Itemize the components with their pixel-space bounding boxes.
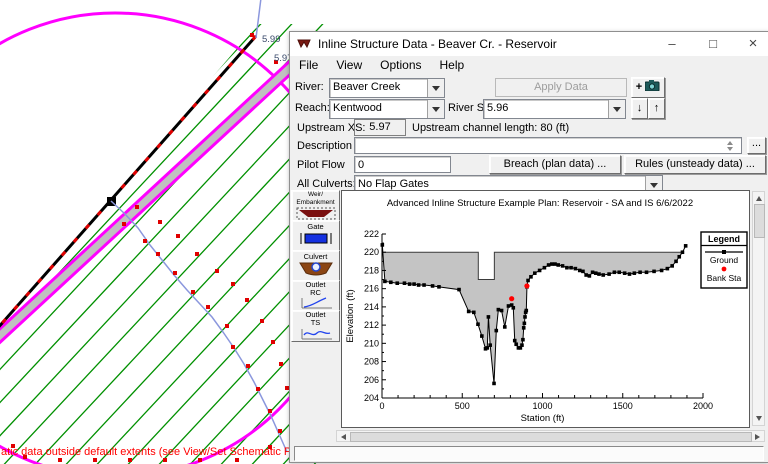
svg-text:1000: 1000 (532, 401, 552, 411)
window-title: Inline Structure Data - Beaver Cr. - Res… (318, 37, 557, 51)
apply-data-button[interactable]: Apply Data (495, 78, 627, 97)
svg-text:210: 210 (364, 338, 379, 348)
next-downstream-button[interactable]: ↓ (631, 98, 648, 119)
plus-icon: + (636, 81, 642, 93)
upstream-xs-value: 5.97 (354, 119, 406, 136)
vscroll-up-arrow[interactable] (756, 196, 762, 201)
gate-button[interactable]: Gate (291, 220, 340, 251)
description-ellipsis-button[interactable]: ... (747, 137, 766, 154)
next-upstream-button[interactable]: ↑ (648, 98, 665, 119)
svg-text:222: 222 (364, 229, 379, 239)
river-value: Beaver Creek (330, 79, 427, 97)
cross-section-plot: Advanced Inline Structure Example Plan: … (342, 191, 749, 427)
menu-bar: File View Options Help (290, 56, 768, 73)
hscroll-right-arrow[interactable] (755, 434, 760, 440)
culvert-button-label: Culvert (292, 253, 339, 261)
rules-button[interactable]: Rules (unsteady data) ... (624, 155, 766, 174)
river-sta-value: 5.96 (484, 100, 608, 118)
camera-icon (645, 80, 660, 91)
menu-help[interactable]: Help (431, 58, 474, 72)
svg-text:218: 218 (364, 265, 379, 275)
title-bar[interactable]: Inline Structure Data - Beaver Cr. - Res… (290, 32, 768, 56)
reach-value: Kentwood (330, 100, 427, 118)
status-bar (294, 446, 764, 461)
river-sta-combobox[interactable]: 5.96 (483, 99, 626, 119)
svg-text:Bank Sta: Bank Sta (707, 273, 742, 283)
maximize-button[interactable]: □ (697, 32, 729, 56)
reach-label: Reach: (295, 102, 330, 114)
vscroll-thumb[interactable] (754, 204, 765, 238)
outlet-ts-label2: TS (292, 319, 339, 327)
screen: 5.99 5.97 atic data outside default exte… (0, 0, 768, 464)
svg-text:Legend: Legend (708, 234, 740, 244)
reach-combobox[interactable]: Kentwood (329, 99, 445, 119)
pilot-flow-input[interactable] (354, 156, 451, 173)
svg-text:214: 214 (364, 302, 379, 312)
plot-vscrollbar[interactable] (752, 191, 765, 426)
svg-text:Elevation (ft): Elevation (ft) (345, 289, 356, 342)
river-centerline (111, 201, 287, 452)
vscroll-down-arrow[interactable] (756, 416, 762, 421)
river-label: River: (295, 81, 324, 93)
outlet-ts-icon (296, 327, 336, 340)
weir-embankment-button[interactable]: Weir/ Embankment (291, 190, 340, 221)
weir-button-label2: Embankment (292, 199, 339, 207)
svg-text:216: 216 (364, 284, 379, 294)
app-icon (297, 38, 312, 50)
inline-structure-band-fill (0, 64, 294, 354)
svg-text:500: 500 (455, 401, 470, 411)
pilot-flow-label: Pilot Flow (297, 159, 345, 171)
reach-dropdown-arrow[interactable] (427, 100, 444, 118)
minimize-button[interactable]: – (656, 32, 688, 56)
svg-text:Station (ft): Station (ft) (521, 413, 565, 424)
gate-icon (296, 231, 336, 246)
all-culverts-label: All Culverts: (297, 178, 356, 190)
weir-button-label1: Weir/ (292, 191, 339, 199)
plot-hscrollbar[interactable] (336, 430, 765, 442)
svg-text:2000: 2000 (693, 401, 713, 411)
svg-text:Ground: Ground (710, 255, 739, 265)
menu-options[interactable]: Options (371, 58, 430, 72)
xs-label-5.99: 5.99 (262, 34, 281, 45)
outlet-rc-icon (296, 297, 336, 309)
upstream-length-label: Upstream channel length: 80 (ft) (412, 122, 569, 134)
inline-structure-data-window: Inline Structure Data - Beaver Cr. - Res… (289, 31, 768, 463)
cross-section-plot-panel: Advanced Inline Structure Example Plan: … (341, 190, 750, 428)
svg-text:212: 212 (364, 320, 379, 330)
outlet-rc-label2: RC (292, 289, 339, 297)
close-button[interactable]: × (737, 32, 768, 56)
svg-text:0: 0 (379, 401, 384, 411)
svg-text:208: 208 (364, 357, 379, 367)
breach-button[interactable]: Breach (plan data) ... (489, 155, 621, 174)
svg-text:206: 206 (364, 375, 379, 385)
svg-text:1500: 1500 (613, 401, 633, 411)
menu-file[interactable]: File (290, 58, 327, 72)
culvert-button[interactable]: Culvert (291, 250, 340, 281)
outlet-ts-button[interactable]: Outlet TS (291, 310, 340, 342)
river-combobox[interactable]: Beaver Creek (329, 78, 445, 98)
river-sta-dropdown-arrow[interactable] (608, 100, 625, 118)
svg-text:220: 220 (364, 247, 379, 257)
hscroll-thumb[interactable] (350, 432, 752, 442)
culvert-icon (296, 261, 336, 276)
bank-station-dots (11, 33, 289, 462)
outlet-rc-button[interactable]: Outlet RC (291, 280, 340, 311)
svg-text:204: 204 (364, 393, 379, 403)
description-spinner[interactable] (727, 138, 733, 153)
description-input[interactable] (354, 137, 742, 154)
add-structure-button[interactable]: + (631, 77, 665, 98)
weir-icon (296, 207, 336, 220)
gate-button-label: Gate (292, 223, 339, 231)
svg-text:Advanced Inline Structure Exa: Advanced Inline Structure Example Plan: … (387, 198, 693, 209)
river-dropdown-arrow[interactable] (427, 79, 444, 97)
hscroll-left-arrow[interactable] (341, 434, 346, 440)
river-line-upstream (256, 0, 261, 38)
menu-view[interactable]: View (327, 58, 371, 72)
description-label: Description (297, 140, 352, 152)
